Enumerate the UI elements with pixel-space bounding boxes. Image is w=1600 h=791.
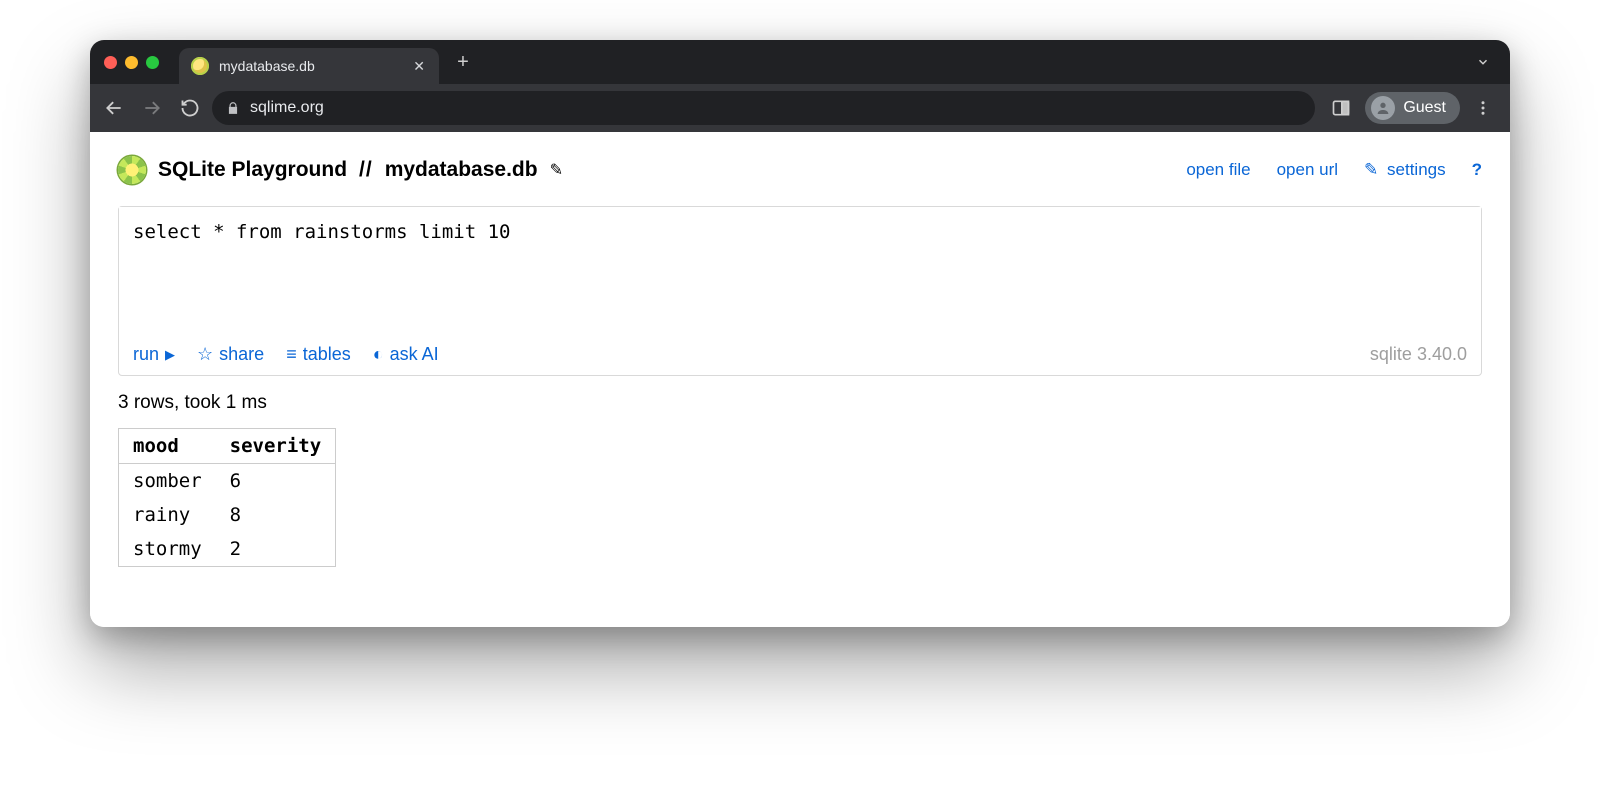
settings-label: settings [1387, 160, 1446, 179]
toolbar-right: Guest [1327, 92, 1496, 124]
table-row: somber 6 [119, 464, 336, 499]
cell-severity: 2 [216, 532, 336, 567]
settings-icon: ✎ [1364, 160, 1378, 179]
window-maximize-icon[interactable] [146, 56, 159, 69]
list-icon: ≡ [286, 344, 297, 365]
tab-title: mydatabase.db [219, 58, 399, 74]
open-file-link[interactable]: open file [1186, 160, 1250, 180]
page-header: SQLite Playground // mydatabase.db ✎ ope… [118, 156, 1482, 184]
tables-button[interactable]: ≡ tables [286, 344, 351, 365]
nav-back-button[interactable] [104, 98, 124, 118]
tables-label: tables [303, 344, 351, 365]
ask-ai-button[interactable]: ◐ ask AI [373, 344, 439, 365]
side-panel-icon[interactable] [1327, 94, 1355, 122]
run-label: run [133, 344, 159, 365]
browser-window: mydatabase.db ✕ + [90, 40, 1510, 627]
star-icon: ☆ [197, 344, 213, 365]
result-table: mood severity somber 6 rainy 8 stormy 2 [118, 428, 336, 567]
page-title-group: SQLite Playground // mydatabase.db ✎ [118, 156, 563, 184]
app-logo-icon [118, 156, 146, 184]
ask-ai-label: ask AI [390, 344, 439, 365]
nav-reload-button[interactable] [180, 98, 200, 118]
ai-icon: ◐ [373, 344, 384, 365]
browser-menu-button[interactable] [1470, 95, 1496, 121]
tab-strip: mydatabase.db ✕ + [90, 40, 1510, 84]
cell-mood: stormy [119, 532, 216, 567]
db-name: mydatabase.db [385, 158, 538, 182]
run-button[interactable]: run ▶ [133, 344, 175, 365]
browser-tab[interactable]: mydatabase.db ✕ [179, 48, 439, 84]
tab-favicon-icon [191, 57, 209, 75]
cell-severity: 8 [216, 498, 336, 532]
play-icon: ▶ [165, 347, 175, 363]
tab-close-icon[interactable]: ✕ [409, 56, 429, 77]
editor-footer: run ▶ ☆ share ≡ tables ◐ ask AI [119, 334, 1481, 375]
header-links: open file open url ✎ settings ? [1186, 160, 1482, 180]
sql-editor[interactable] [119, 207, 1481, 329]
settings-link[interactable]: ✎ settings [1364, 160, 1446, 180]
result-status: 3 rows, took 1 ms [118, 392, 1482, 414]
title-separator: // [359, 158, 373, 182]
table-header-row: mood severity [119, 429, 336, 464]
sqlite-version: sqlite 3.40.0 [1370, 344, 1467, 365]
app-title: SQLite Playground [158, 158, 347, 182]
cell-mood: rainy [119, 498, 216, 532]
page-content: SQLite Playground // mydatabase.db ✎ ope… [90, 132, 1510, 627]
editor-card: run ▶ ☆ share ≡ tables ◐ ask AI [118, 206, 1482, 376]
rename-db-button[interactable]: ✎ [550, 160, 563, 180]
nav-buttons [104, 98, 200, 118]
avatar-icon [1371, 96, 1395, 120]
tab-overflow-icon[interactable] [1464, 55, 1502, 69]
lock-icon [226, 101, 240, 115]
share-button[interactable]: ☆ share [197, 344, 264, 365]
help-link[interactable]: ? [1472, 160, 1482, 180]
nav-forward-button[interactable] [142, 98, 162, 118]
address-bar-url: sqlime.org [250, 99, 324, 117]
column-header: mood [119, 429, 216, 464]
new-tab-button[interactable]: + [449, 48, 477, 76]
window-controls [104, 56, 159, 69]
browser-toolbar: sqlime.org Guest [90, 84, 1510, 132]
profile-guest-button[interactable]: Guest [1365, 92, 1460, 124]
share-label: share [219, 344, 264, 365]
address-bar[interactable]: sqlime.org [212, 91, 1315, 125]
table-row: stormy 2 [119, 532, 336, 567]
table-row: rainy 8 [119, 498, 336, 532]
window-minimize-icon[interactable] [125, 56, 138, 69]
browser-chrome: mydatabase.db ✕ + [90, 40, 1510, 132]
profile-label: Guest [1403, 99, 1446, 117]
window-close-icon[interactable] [104, 56, 117, 69]
column-header: severity [216, 429, 336, 464]
cell-severity: 6 [216, 464, 336, 499]
cell-mood: somber [119, 464, 216, 499]
open-url-link[interactable]: open url [1277, 160, 1338, 180]
